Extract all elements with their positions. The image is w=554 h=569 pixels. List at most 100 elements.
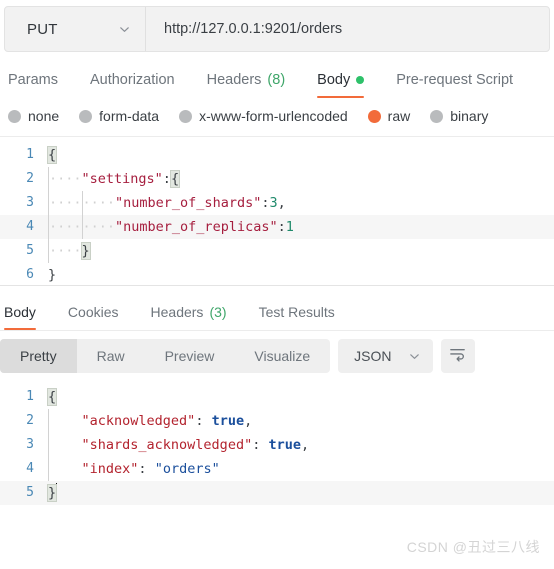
- radio-icon: [79, 109, 93, 123]
- body-type-none-label: none: [28, 108, 60, 124]
- whitespace: ····: [49, 171, 82, 187]
- code-line: 1 {: [0, 385, 554, 409]
- view-mode-raw-label: Raw: [96, 348, 125, 364]
- code-content: ····}: [46, 239, 554, 263]
- code-content: "acknowledged": true,: [46, 409, 554, 433]
- view-mode-segmented-control: Pretty Raw Preview Visualize: [0, 339, 331, 373]
- colon: :: [252, 437, 269, 453]
- indent-guide: [48, 433, 49, 457]
- chevron-down-icon: [408, 350, 421, 363]
- indent-guide: [48, 239, 49, 263]
- line-number: 2: [26, 171, 34, 186]
- brace-token: }: [46, 484, 58, 502]
- code-line: 2 "acknowledged": true,: [0, 409, 554, 433]
- line-number: 4: [26, 461, 34, 476]
- tab-body[interactable]: Body: [301, 72, 380, 98]
- response-tab-body[interactable]: Body: [4, 304, 52, 330]
- indent-guide: [81, 191, 83, 215]
- code-line: 5 ····}: [0, 239, 554, 263]
- json-key: "number_of_replicas": [115, 219, 278, 235]
- line-number: 3: [26, 195, 34, 210]
- body-type-none[interactable]: none: [8, 108, 59, 124]
- http-method-selector[interactable]: PUT: [5, 7, 146, 51]
- http-method-label: PUT: [27, 20, 58, 38]
- tab-params-label: Params: [8, 72, 58, 88]
- body-type-raw-label: raw: [387, 108, 411, 124]
- view-mode-visualize[interactable]: Visualize: [234, 339, 330, 373]
- comma: ,: [277, 195, 286, 211]
- tab-pre-request-script[interactable]: Pre-request Script: [380, 72, 529, 98]
- whitespace: ····: [82, 219, 116, 235]
- tab-authorization-label: Authorization: [89, 72, 175, 88]
- response-format-toolbar: Pretty Raw Preview Visualize JSON: [0, 330, 554, 381]
- wrap-text-button[interactable]: [440, 339, 475, 373]
- text-cursor: [56, 483, 58, 500]
- code-line: 4 ········"number_of_replicas":1: [0, 215, 554, 239]
- tab-headers-label: Headers: [206, 72, 262, 88]
- response-tab-cookies-label: Cookies: [67, 304, 119, 320]
- indent-guide: [48, 409, 49, 433]
- response-tab-cookies[interactable]: Cookies: [52, 304, 135, 330]
- code-line: 2 ····"settings":{: [0, 167, 554, 191]
- indent-guide: [48, 167, 49, 191]
- code-content: "shards_acknowledged": true,: [46, 433, 554, 457]
- response-tab-headers[interactable]: Headers (3): [135, 304, 243, 330]
- code-line: 3 "shards_acknowledged": true,: [0, 433, 554, 457]
- json-number: 1: [285, 219, 294, 235]
- whitespace: ····: [49, 219, 82, 235]
- response-tab-test-results[interactable]: Test Results: [243, 304, 351, 330]
- whitespace: ····: [49, 195, 82, 211]
- whitespace: ····: [49, 243, 82, 259]
- colon: :: [162, 171, 171, 187]
- view-mode-pretty[interactable]: Pretty: [0, 339, 77, 373]
- body-type-urlencoded[interactable]: x-www-form-urlencoded: [179, 108, 348, 124]
- response-tabs: Body Cookies Headers (3) Test Results: [0, 286, 554, 330]
- code-line: 1 {: [0, 143, 554, 167]
- body-type-binary-label: binary: [450, 108, 489, 124]
- watermark: CSDN @丑过三八线: [406, 539, 540, 555]
- body-type-form-data[interactable]: form-data: [79, 108, 159, 124]
- radio-icon: [179, 109, 193, 123]
- json-number: 3: [269, 195, 278, 211]
- response-tab-headers-count: (3): [209, 304, 227, 320]
- response-tab-test-results-label: Test Results: [258, 304, 335, 320]
- response-language-dropdown[interactable]: JSON: [338, 339, 433, 373]
- tab-params[interactable]: Params: [4, 72, 74, 98]
- json-string: "orders": [154, 461, 220, 477]
- chevron-down-icon: [118, 23, 131, 36]
- code-line: 6 }: [0, 263, 554, 287]
- tab-headers-count: (8): [267, 72, 286, 88]
- tab-authorization[interactable]: Authorization: [74, 72, 191, 98]
- colon: :: [277, 219, 286, 235]
- code-line: 4 "index": "orders": [0, 457, 554, 481]
- code-content: {: [46, 143, 554, 167]
- comma: ,: [300, 437, 310, 453]
- tab-headers[interactable]: Headers (8): [191, 72, 302, 98]
- wrap-text-icon: [448, 344, 467, 368]
- brace-token: {: [46, 146, 58, 164]
- code-content: ····"settings":{: [46, 167, 554, 191]
- line-number: 5: [26, 485, 34, 500]
- request-body-editor[interactable]: 1 { 2 ····"settings":{ 3 ········"number…: [0, 137, 554, 285]
- url-input[interactable]: http://127.0.0.1:9201/orders: [146, 7, 549, 51]
- indent-guide: [48, 457, 49, 481]
- tab-pre-request-script-label: Pre-request Script: [396, 72, 514, 88]
- tab-body-label: Body: [317, 72, 351, 88]
- json-key: "acknowledged": [81, 413, 196, 429]
- indent-guide: [48, 215, 49, 239]
- request-url-bar: PUT http://127.0.0.1:9201/orders: [4, 6, 550, 52]
- response-body-editor[interactable]: 1 { 2 "acknowledged": true, 3 "shards_ac…: [0, 381, 554, 505]
- json-boolean: true: [268, 437, 301, 453]
- body-type-radio-group: none form-data x-www-form-urlencoded raw…: [0, 98, 554, 137]
- body-modified-dot-icon: [356, 76, 365, 84]
- brace-token: {: [169, 170, 181, 188]
- body-type-raw[interactable]: raw: [367, 108, 411, 124]
- body-type-binary[interactable]: binary: [430, 108, 488, 124]
- view-mode-raw[interactable]: Raw: [77, 339, 145, 373]
- code-line: 3 ········"number_of_shards":3,: [0, 191, 554, 215]
- json-boolean: true: [211, 413, 245, 429]
- brace-token: }: [80, 242, 91, 260]
- json-key: "number_of_shards": [115, 195, 262, 211]
- view-mode-preview[interactable]: Preview: [145, 339, 235, 373]
- code-content: }: [46, 481, 554, 505]
